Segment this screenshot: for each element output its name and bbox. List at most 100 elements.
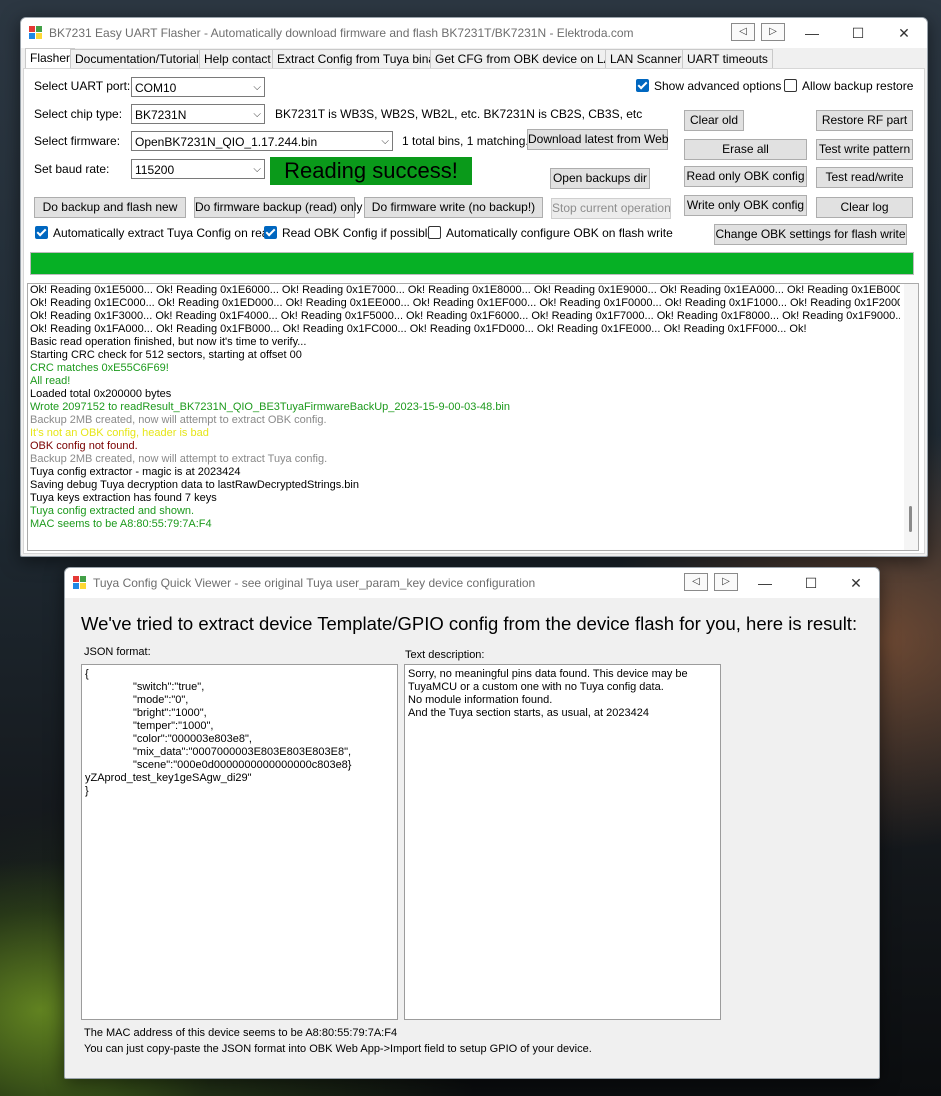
restore-rf-button[interactable]: Restore RF part [816, 110, 913, 131]
open-backups-button[interactable]: Open backups dir [550, 168, 650, 189]
baud-rate-select[interactable]: 115200 ⌵ [131, 159, 265, 179]
text-description-line: TuyaMCU or a custom one with no Tuya con… [408, 681, 664, 693]
progress-bar [30, 252, 914, 275]
log-line: CRC matches 0xE55C6F69! [30, 362, 169, 374]
log-scrollbar-thumb[interactable] [909, 506, 912, 532]
baud-rate-value: 115200 [135, 163, 175, 177]
log-line: Loaded total 0x200000 bytes [30, 388, 172, 400]
json-line: "bright":"1000", [133, 707, 207, 719]
json-textarea[interactable]: { "switch":"true", "mode":"0", "bright":"10… [81, 664, 398, 1020]
chevron-down-icon: ⌵ [381, 136, 389, 147]
log-line: It's not an OBK config, header is bad [30, 427, 209, 439]
checkbox-icon [428, 226, 441, 239]
firmware-backup-button[interactable]: Do firmware backup (read) only [194, 197, 362, 218]
chevron-down-icon: ⌵ [253, 109, 261, 120]
close-icon[interactable]: ✕ [881, 21, 927, 45]
log-line: All read! [30, 375, 71, 387]
log-line: Tuya keys extraction has found 7 keys [30, 492, 217, 504]
allow-backup-restore-checkbox[interactable]: Allow backup restore [784, 79, 913, 93]
main-window-title: BK7231 Easy UART Flasher - Automatically… [49, 26, 634, 40]
maximize-icon[interactable]: ☐ [835, 21, 881, 45]
text-description-textarea[interactable]: Sorry, no meaningful pins data found. Th… [404, 664, 721, 1020]
download-latest-button[interactable]: Download latest from Web [527, 129, 669, 150]
log-line: Backup 2MB created, now will attempt to … [30, 414, 327, 426]
firmware-label: Select firmware: [34, 134, 121, 148]
read-obk-config-checkbox[interactable]: Read OBK Config if possible [264, 226, 434, 240]
close-icon[interactable]: ✕ [833, 571, 879, 595]
clear-old-button[interactable]: Clear old [684, 110, 744, 131]
allow-backup-restore-label: Allow backup restore [802, 79, 914, 93]
log-line: OBK config not found. [30, 440, 138, 452]
tab-lan-scanner[interactable]: LAN Scanner [605, 49, 687, 68]
text-description-line: And the Tuya section starts, as usual, a… [408, 707, 649, 719]
uart-port-value: COM10 [135, 81, 177, 95]
json-format-label: JSON format: [84, 646, 151, 658]
auto-configure-obk-label: Automatically configure OBK on flash wri… [446, 226, 673, 240]
auto-extract-tuya-checkbox[interactable]: Automatically extract Tuya Config on rea… [35, 226, 275, 240]
checkbox-icon [784, 79, 797, 92]
tab-get-cfg[interactable]: Get CFG from OBK device on LAN [430, 49, 626, 68]
change-obk-settings-button[interactable]: Change OBK settings for flash write [714, 224, 907, 245]
footer-hint-text: You can just copy-paste the JSON format … [84, 1043, 592, 1055]
log-line: Ok! Reading 0x1F3000... Ok! Reading 0x1F… [30, 310, 900, 322]
log-line: Wrote 2097152 to readResult_BK7231N_QIO_… [30, 401, 510, 413]
checkbox-checked-icon [636, 79, 649, 92]
firmware-value: OpenBK7231N_QIO_1.17.244.bin [135, 135, 318, 149]
backup-flash-new-button[interactable]: Do backup and flash new [34, 197, 186, 218]
log-scrollbar[interactable] [904, 284, 918, 550]
uart-port-label: Select UART port: [34, 79, 131, 93]
log-line: Ok! Reading 0x1E5000... Ok! Reading 0x1E… [30, 284, 900, 296]
tab-uart-timeouts[interactable]: UART timeouts [682, 49, 773, 68]
json-content: { "switch":"true", "mode":"0", "bright":"10… [85, 668, 351, 798]
json-line: "switch":"true", [133, 681, 205, 693]
chip-info-text: BK7231T is WB3S, WB2S, WB2L, etc. BK7231… [275, 107, 643, 121]
log-output[interactable]: Ok! Reading 0x1E5000... Ok! Reading 0x1E… [27, 283, 919, 551]
erase-all-button[interactable]: Erase all [684, 139, 807, 160]
test-read-write-button[interactable]: Test read/write [816, 167, 913, 188]
text-description-line: Sorry, no meaningful pins data found. Th… [408, 668, 688, 680]
uart-port-select[interactable]: COM10 ⌵ [131, 77, 265, 97]
firmware-write-button[interactable]: Do firmware write (no backup!) [364, 197, 543, 218]
main-titlebar[interactable]: BK7231 Easy UART Flasher - Automatically… [21, 18, 927, 48]
viewer-heading: We've tried to extract device Template/G… [81, 613, 858, 634]
text-description-content: Sorry, no meaningful pins data found. Th… [408, 668, 688, 720]
firmware-select[interactable]: OpenBK7231N_QIO_1.17.244.bin ⌵ [131, 131, 393, 151]
checkbox-checked-icon [264, 226, 277, 239]
chip-type-select[interactable]: BK7231N ⌵ [131, 104, 265, 124]
auto-configure-obk-checkbox[interactable]: Automatically configure OBK on flash wri… [428, 226, 673, 240]
minimize-icon[interactable]: — [742, 571, 788, 595]
nav-forward-icon[interactable]: ▷ [714, 573, 738, 591]
log-line: Backup 2MB created, now will attempt to … [30, 453, 328, 465]
nav-back-icon[interactable]: ◁ [731, 23, 755, 41]
nav-forward-icon[interactable]: ▷ [761, 23, 785, 41]
read-only-obk-button[interactable]: Read only OBK config [684, 166, 807, 187]
json-line: "color":"000003e803e8", [133, 733, 252, 745]
viewer-titlebar[interactable]: Tuya Config Quick Viewer - see original … [65, 568, 879, 598]
clear-log-button[interactable]: Clear log [816, 197, 913, 218]
json-line: "temper":"1000", [133, 720, 214, 732]
auto-extract-tuya-label: Automatically extract Tuya Config on rea… [53, 226, 276, 240]
json-line: "mode":"0", [133, 694, 189, 706]
log-line: MAC seems to be A8:80:55:79:7A:F4 [30, 518, 212, 530]
log-line: Saving debug Tuya decryption data to las… [30, 479, 359, 491]
log-line: Basic read operation finished, but now i… [30, 336, 307, 348]
write-only-obk-button[interactable]: Write only OBK config [684, 195, 807, 216]
tab-help-contact[interactable]: Help contact [199, 49, 276, 68]
json-line: { [85, 668, 89, 680]
stop-operation-button[interactable]: Stop current operation [551, 198, 671, 219]
json-line: yZAprod_test_key1geSAgw_di29" [85, 772, 252, 784]
json-line: "mix_data":"0007000003E803E803E803E8", [133, 746, 352, 758]
test-write-pattern-button[interactable]: Test write pattern [816, 139, 913, 160]
maximize-icon[interactable]: ☐ [788, 571, 834, 595]
status-banner: Reading success! [270, 157, 472, 185]
firmware-info-text: 1 total bins, 1 matching. [402, 134, 529, 148]
chevron-down-icon: ⌵ [253, 82, 261, 93]
tab-flasher[interactable]: Flasher [25, 48, 76, 69]
nav-back-icon[interactable]: ◁ [684, 573, 708, 591]
minimize-icon[interactable]: — [789, 21, 835, 45]
show-advanced-checkbox[interactable]: Show advanced options [636, 79, 781, 93]
tab-extract-config[interactable]: Extract Config from Tuya binary [272, 49, 451, 68]
log-line: Ok! Reading 0x1EC000... Ok! Reading 0x1E… [30, 297, 900, 309]
tab-documentation[interactable]: Documentation/Tutorials [70, 49, 210, 68]
chip-type-value: BK7231N [135, 108, 187, 122]
